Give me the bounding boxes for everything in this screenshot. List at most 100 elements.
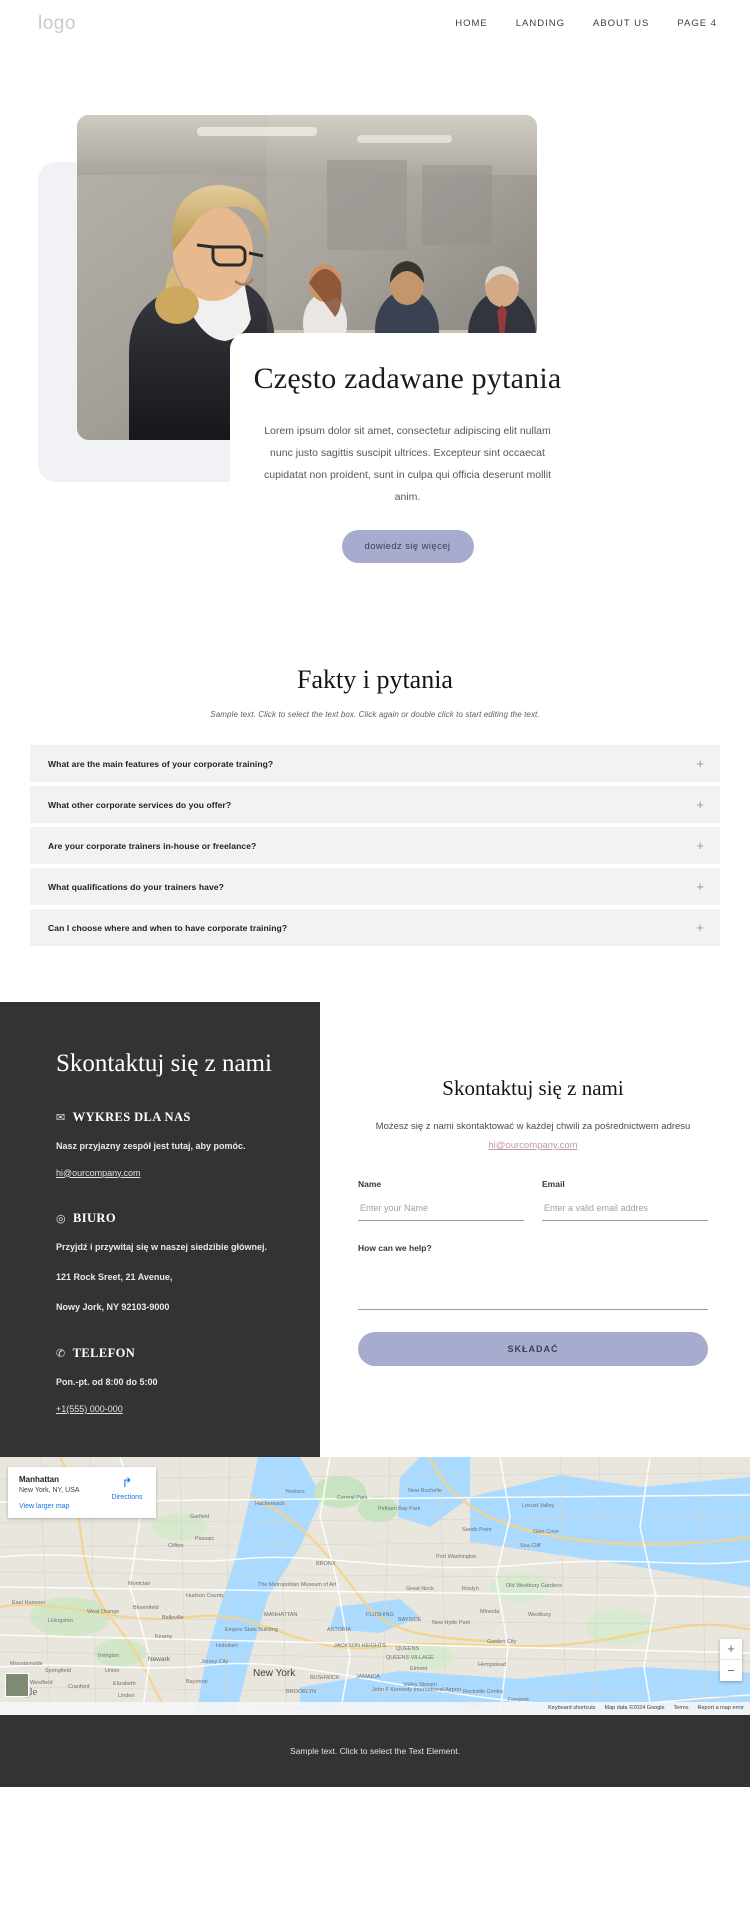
map-label: Hudson County: [186, 1592, 224, 1599]
view-larger-map-link[interactable]: View larger map: [19, 1503, 107, 1510]
map-label: Central Park: [337, 1494, 368, 1501]
site-footer: Sample text. Click to select the Text El…: [0, 1714, 750, 1787]
page-title: Często zadawane pytania: [253, 362, 562, 395]
map-label: Garfield: [190, 1513, 210, 1520]
map-label: East Hanover: [12, 1599, 46, 1606]
map-label: Newark: [148, 1655, 171, 1663]
submit-wrapper: SKŁADAĆ: [358, 1332, 708, 1366]
contact-block-heading: ◎ BIURO: [56, 1211, 282, 1226]
address-line-2: Nowy Jork, NY 92103-9000: [56, 1301, 170, 1312]
faq-item-1[interactable]: What are the main features of your corpo…: [30, 745, 720, 782]
map-data-text: Map data ©2024 Google: [604, 1705, 665, 1712]
map-label: Union: [105, 1667, 120, 1674]
map-label: Hempstead: [478, 1661, 507, 1668]
phone-icon: ✆: [56, 1346, 66, 1360]
map-label: Clifton: [168, 1542, 184, 1549]
map-label: John F Kennedy International Airport: [372, 1686, 462, 1693]
phone-link[interactable]: +1(555) 000-000: [56, 1404, 123, 1414]
contact-block-text: Przyjdź i przywitaj się w naszej siedzib…: [56, 1241, 268, 1252]
contact-form-email-link[interactable]: hi@ourcompany.com: [488, 1140, 577, 1151]
faq-question: Can I choose where and when to have corp…: [48, 922, 288, 933]
name-label: Name: [358, 1179, 382, 1189]
contact-block-heading: ✉ WYKRES DLA NAS: [56, 1110, 282, 1125]
contact-block-phone: ✆ TELEFON Pon.-pt. od 8:00 do 5:00 +1(55…: [56, 1346, 282, 1417]
email-input[interactable]: [542, 1203, 708, 1221]
map-label: Old Westbury Gardens: [506, 1582, 562, 1589]
plus-icon[interactable]: +: [696, 880, 704, 893]
email-label: Email: [542, 1179, 565, 1189]
map-street-view-thumbnail[interactable]: [5, 1672, 29, 1697]
map-label: Hoboken: [216, 1642, 239, 1649]
map-label: FLUSHING: [366, 1611, 394, 1618]
map-label: Irvington: [98, 1652, 120, 1659]
map-label: Sea Cliff: [520, 1542, 541, 1549]
map-label: West Orange: [87, 1608, 120, 1615]
contact-block-text: Pon.-pt. od 8:00 do 5:00: [56, 1376, 158, 1387]
hero-paragraph: Lorem ipsum dolor sit amet, consectetur …: [264, 424, 551, 503]
map-label: New Hyde Park: [432, 1619, 471, 1626]
logo[interactable]: logo: [38, 13, 76, 35]
map-label: JAMAICA: [356, 1673, 380, 1680]
plus-icon[interactable]: +: [696, 798, 704, 811]
message-textarea[interactable]: [358, 1262, 708, 1310]
map-label: Pelham Bay Park: [378, 1505, 421, 1512]
name-input[interactable]: [358, 1203, 524, 1221]
learn-more-button[interactable]: dowiedz się więcej: [341, 529, 474, 563]
report-map-error-link[interactable]: Report a map error: [698, 1705, 744, 1711]
faq-item-5[interactable]: Can I choose where and when to have corp…: [30, 909, 720, 946]
form-row-name-email: Name Email: [358, 1179, 708, 1221]
map-label: Jersey City: [201, 1658, 229, 1665]
map-label: Port Washington: [436, 1553, 477, 1560]
name-field-group: Name: [358, 1179, 524, 1221]
map-label: QUEENS: [396, 1645, 420, 1652]
faq-accordion: What are the main features of your corpo…: [30, 745, 720, 946]
map-label: Mountainside: [10, 1660, 43, 1667]
zoom-out-button[interactable]: −: [720, 1660, 742, 1681]
contact-block-text: Nasz przyjazny zespół jest tutaj, aby po…: [56, 1140, 246, 1151]
map-zoom-controls[interactable]: + −: [720, 1638, 742, 1681]
faq-item-2[interactable]: What other corporate services do you off…: [30, 786, 720, 823]
zoom-in-button[interactable]: +: [720, 1639, 742, 1660]
directions-control[interactable]: ↱ Directions: [107, 1475, 147, 1510]
contact-form-title: Skontaktuj się z nami: [442, 1076, 624, 1100]
contact-form-subtitle-text: Możesz się z nami skontaktować w każdej …: [375, 1121, 691, 1132]
site-header: logo HOME LANDING ABOUT US PAGE 4: [0, 0, 750, 47]
map-label: Mineola: [480, 1608, 500, 1615]
faq-question: Are your corporate trainers in-house or …: [48, 840, 257, 851]
contact-block-email: ✉ WYKRES DLA NAS Nasz przyjazny zespół j…: [56, 1110, 282, 1181]
map-card-text: Manhattan New York, NY, USA View larger …: [19, 1475, 107, 1510]
contact-info-title: Skontaktuj się z nami: [56, 1050, 272, 1077]
faq-subtitle: Sample text. Click to select the text bo…: [210, 710, 540, 719]
nav-item-landing[interactable]: LANDING: [516, 18, 565, 29]
plus-icon[interactable]: +: [696, 839, 704, 852]
keyboard-shortcuts-link[interactable]: Keyboard shortcuts: [548, 1705, 595, 1711]
nav-item-page-4[interactable]: PAGE 4: [677, 18, 717, 29]
nav-item-about-us[interactable]: ABOUT US: [593, 18, 649, 29]
contact-form-subtitle: Możesz się z nami skontaktować w każdej …: [358, 1117, 708, 1155]
address-line-1: 121 Rock Sreet, 21 Avenue,: [56, 1271, 173, 1282]
faq-item-4[interactable]: What qualifications do your trainers hav…: [30, 868, 720, 905]
map-label: The Metropolitan Museum of Art: [258, 1581, 337, 1588]
plus-icon[interactable]: +: [696, 921, 704, 934]
directions-label[interactable]: Directions: [107, 1494, 147, 1501]
map-label: New Rochelle: [408, 1487, 442, 1494]
nav-item-home[interactable]: HOME: [455, 18, 488, 29]
map-label: JACKSON HEIGHTS: [334, 1642, 386, 1649]
map-info-card: Manhattan New York, NY, USA View larger …: [8, 1466, 156, 1518]
map-section[interactable]: New York Newark Montclair East Hanover Garfi…: [0, 1456, 750, 1715]
faq-question: What other corporate services do you off…: [48, 799, 232, 810]
map-label: Glen Cove: [533, 1528, 559, 1535]
map-label: Passaic: [195, 1535, 215, 1542]
map-label: BAYSIDE: [398, 1616, 422, 1623]
map-place-title: Manhattan: [19, 1474, 59, 1484]
email-link[interactable]: hi@ourcompany.com: [56, 1168, 141, 1178]
contact-block-heading: ✆ TELEFON: [56, 1346, 282, 1361]
submit-button[interactable]: SKŁADAĆ: [358, 1332, 708, 1366]
terms-link[interactable]: Terms: [674, 1705, 689, 1711]
message-field-group: How can we help?: [358, 1243, 708, 1310]
map-label: Elmont: [410, 1665, 428, 1672]
faq-title: Fakty i pytania: [297, 665, 453, 694]
plus-icon[interactable]: +: [696, 757, 704, 770]
map-label: Empire State Building: [225, 1626, 278, 1633]
faq-item-3[interactable]: Are your corporate trainers in-house or …: [30, 827, 720, 864]
